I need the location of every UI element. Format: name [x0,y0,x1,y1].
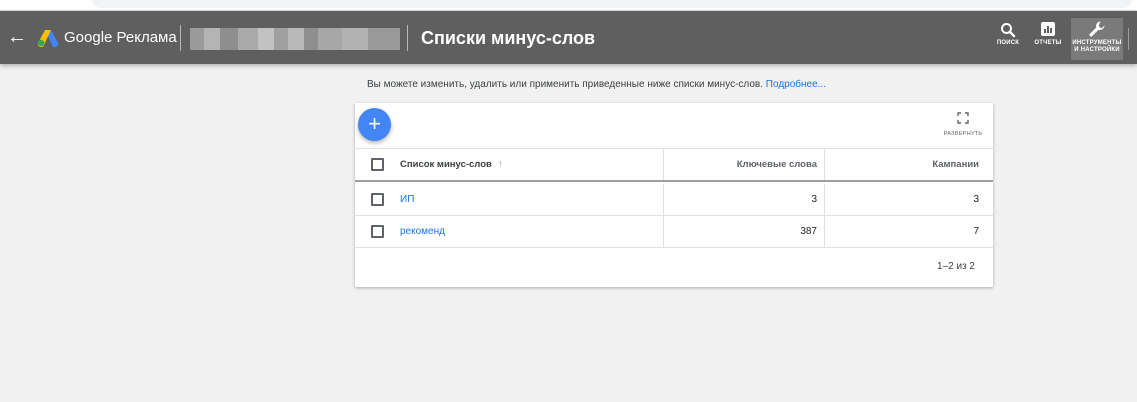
column-header-campaigns[interactable]: Кампании [824,149,986,180]
divider [1128,28,1129,50]
brand-name[interactable]: Google Реклама [64,29,177,47]
column-label: Список минус-слов [400,159,492,170]
keywords-count: 387 [663,216,823,247]
tools-and-settings-button[interactable]: ИНСТРУМЕНТЫ И НАСТРОЙКИ [1071,18,1123,60]
tools-label-line1: ИНСТРУМЕНТЫ [1072,40,1122,46]
list-name-link[interactable]: рекоменд [400,226,445,237]
sort-ascending-icon[interactable]: ↑ [498,159,503,170]
search-label: ПОИСК [996,40,1020,46]
back-arrow-icon[interactable]: ← [7,26,27,48]
plus-icon: + [368,111,381,136]
hint-text: Вы можете изменить, удалить или применит… [367,79,764,90]
google-ads-logo[interactable] [37,29,59,47]
reports-icon [1041,22,1055,36]
fullscreen-icon [957,112,969,124]
campaigns-count: 3 [824,184,986,215]
table-header: Список минус-слов ↑ Ключевые слова Кампа… [355,148,993,182]
account-selector-redacted[interactable] [190,28,400,50]
search-icon [1001,23,1016,38]
info-hint: Вы можете изменить, удалить или применит… [367,79,826,91]
expand-button[interactable]: РАЗВЕРНУТЬ [937,111,989,143]
column-header-list-name[interactable]: Список минус-слов ↑ [400,149,660,180]
list-name-link[interactable]: ИП [400,194,414,205]
page-title: Списки минус-слов [421,28,596,48]
reports-button[interactable]: ОТЧЕТЫ [1032,18,1064,60]
row-checkbox[interactable] [371,193,384,206]
campaigns-count: 7 [824,216,986,247]
top-app-bar: ← Google Реклама Списки минус-слов ПОИСК [0,11,1137,64]
browser-chrome-strip [0,0,1137,11]
divider [407,25,408,51]
address-bar[interactable] [92,0,1132,8]
wrench-icon [1089,21,1105,37]
divider [180,25,181,51]
pagination-info: 1–2 из 2 [937,261,975,272]
negative-keyword-lists-card: + РАЗВЕРНУТЬ Список минус-слов ↑ Ключевы… [355,103,993,287]
keywords-count: 3 [663,184,823,215]
table-row: рекоменд 387 7 [355,216,993,248]
learn-more-link[interactable]: Подробнее... [766,79,826,90]
table-row: ИП 3 3 [355,184,993,216]
search-button[interactable]: ПОИСК [993,18,1023,60]
tools-label-line2: И НАСТРОЙКИ [1074,47,1120,53]
add-list-button[interactable]: + [358,108,391,141]
column-header-keywords[interactable]: Ключевые слова [663,149,823,180]
reports-label: ОТЧЕТЫ [1034,40,1062,46]
expand-label: РАЗВЕРНУТЬ [943,131,983,137]
select-all-checkbox[interactable] [371,158,384,171]
row-checkbox[interactable] [371,225,384,238]
